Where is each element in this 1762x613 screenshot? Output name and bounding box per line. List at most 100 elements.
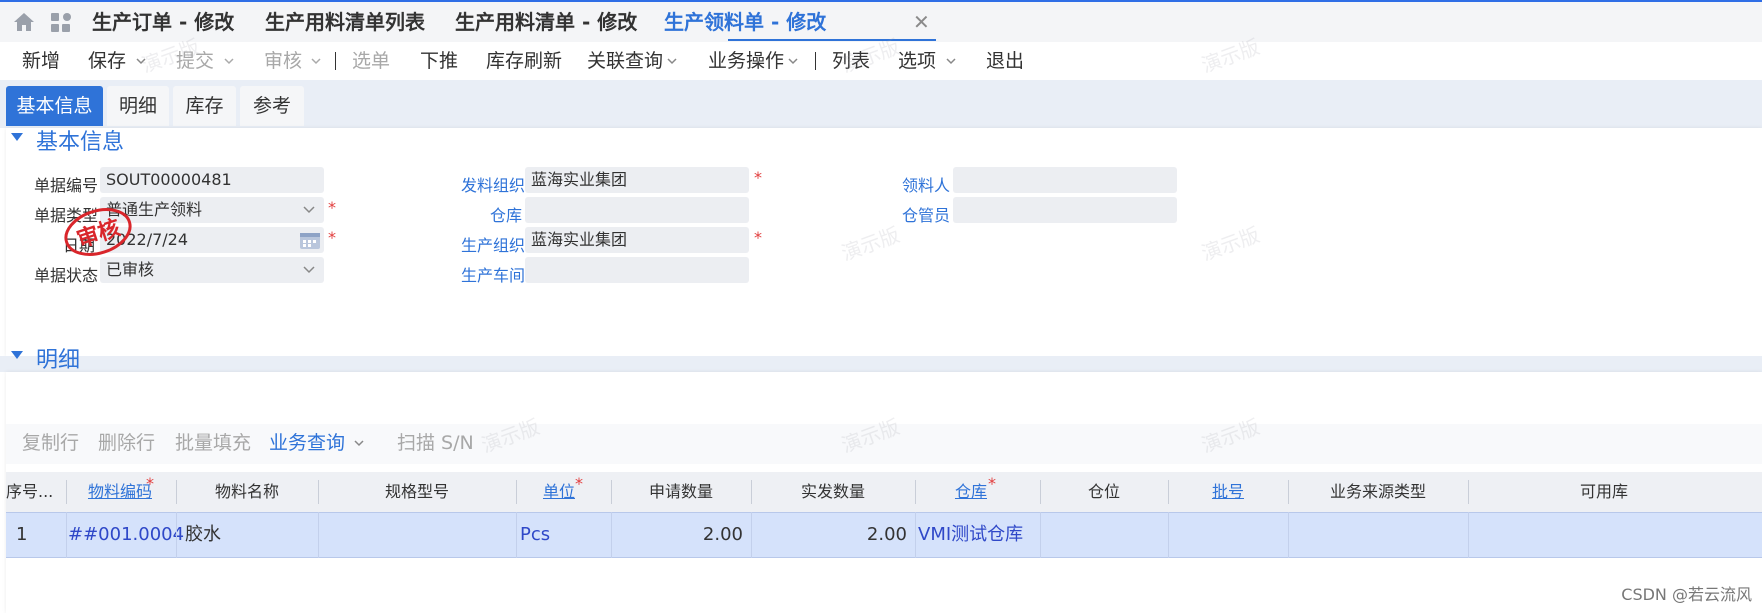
section-title-basic-info: 基本信息 — [36, 130, 125, 155]
col-unit[interactable]: 单位 — [516, 472, 602, 512]
col-material-name[interactable]: 物料名称 — [176, 472, 318, 512]
chevron-down-icon[interactable] — [224, 56, 234, 66]
col-spec[interactable]: 规格型号 — [318, 472, 516, 512]
workshop-field[interactable] — [525, 257, 749, 283]
prod-org-label[interactable]: 生产组织 — [461, 232, 525, 256]
chevron-down-icon[interactable] — [136, 56, 146, 66]
cell-separator — [66, 512, 67, 558]
col-available[interactable]: 可用库 — [1468, 472, 1628, 512]
cell-material-code[interactable]: ##001.0004 — [68, 512, 184, 558]
required-marker: * — [754, 168, 762, 187]
cell-separator — [1040, 512, 1041, 558]
prod-org-field[interactable]: 蓝海实业集团 — [525, 227, 749, 253]
doc-no-label: 单据编号 — [34, 176, 99, 195]
business-ops-button[interactable]: 业务操作 — [708, 42, 784, 80]
cell-separator — [516, 512, 517, 558]
apps-grid-icon[interactable] — [50, 12, 72, 34]
cell-warehouse[interactable]: VMI测试仓库 — [918, 512, 1023, 558]
scan-sn-button[interactable]: 扫描 S/N — [397, 424, 474, 462]
keeper-label[interactable]: 仓管员 — [902, 202, 950, 226]
required-marker: * — [575, 474, 583, 493]
page-section-tabs: 基本信息 明细 库存 参考 — [0, 80, 1762, 128]
status-label: 单据状态 — [34, 266, 99, 285]
tab-detail[interactable]: 明细 — [107, 86, 169, 126]
footer-credit: CSDN @若云流风 — [1621, 585, 1752, 604]
tab-picking-list-edit[interactable]: 生产领料单 - 修改 — [664, 2, 826, 42]
issue-org-field[interactable]: 蓝海实业集团 — [525, 167, 749, 193]
cell-separator — [176, 512, 177, 558]
tab-production-order[interactable]: 生产订单 - 修改 — [92, 2, 234, 42]
refresh-stock-button[interactable]: 库存刷新 — [486, 42, 562, 80]
chevron-down-icon[interactable] — [788, 56, 798, 66]
chevron-down-icon[interactable] — [302, 205, 316, 215]
picker-field[interactable] — [953, 167, 1177, 193]
panel-gap — [0, 356, 1762, 372]
close-tab-icon[interactable]: ✕ — [913, 2, 930, 42]
status-select[interactable]: 已审核 — [100, 257, 324, 283]
cell-applied-qty[interactable]: 2.00 — [611, 512, 743, 558]
keeper-field[interactable] — [953, 197, 1177, 223]
doc-no-field[interactable]: SOUT00000481 — [100, 167, 324, 193]
cell-separator — [318, 512, 319, 558]
section-title-detail: 明细 — [36, 348, 81, 373]
picker-label[interactable]: 领料人 — [902, 172, 950, 196]
business-query-button[interactable]: 业务查询 — [269, 424, 345, 462]
copy-row-button[interactable]: 复制行 — [22, 424, 79, 462]
active-tab-indicator — [728, 39, 936, 41]
required-marker: * — [328, 198, 336, 217]
col-location[interactable]: 仓位 — [1040, 472, 1168, 512]
issue-org-label[interactable]: 发料组织 — [461, 172, 525, 196]
col-applied-qty[interactable]: 申请数量 — [611, 472, 751, 512]
workshop-label[interactable]: 生产车间 — [461, 262, 525, 286]
collapse-triangle-icon[interactable] — [10, 350, 24, 360]
document-tab-bar: 生产订单 - 修改 生产用料清单列表 生产用料清单 - 修改 生产领料单 - 修… — [0, 2, 1762, 42]
col-source-type[interactable]: 业务来源类型 — [1288, 472, 1468, 512]
submit-button[interactable]: 提交 — [176, 42, 214, 80]
cell-separator — [1168, 512, 1169, 558]
required-marker: * — [146, 474, 154, 493]
warehouse-field[interactable] — [525, 197, 749, 223]
collapse-triangle-icon[interactable] — [10, 132, 24, 142]
delete-row-button[interactable]: 删除行 — [98, 424, 155, 462]
chevron-down-icon[interactable] — [946, 56, 956, 66]
cell-unit[interactable]: Pcs — [520, 512, 550, 558]
tab-reference[interactable]: 参考 — [240, 86, 304, 126]
calendar-icon[interactable] — [299, 230, 321, 250]
required-marker: * — [988, 474, 996, 493]
col-seq[interactable]: 序号... — [6, 472, 62, 512]
audit-button[interactable]: 审核 — [264, 42, 302, 80]
col-material-code[interactable]: 物料编码 — [66, 472, 174, 512]
tab-basic-info[interactable]: 基本信息 — [6, 86, 103, 126]
tab-bom-edit[interactable]: 生产用料清单 - 修改 — [455, 2, 637, 42]
related-query-button[interactable]: 关联查询 — [587, 42, 663, 80]
cell-separator — [1468, 512, 1469, 558]
tab-bom-list[interactable]: 生产用料清单列表 — [265, 2, 425, 42]
new-button[interactable]: 新增 — [22, 42, 60, 80]
col-warehouse[interactable]: 仓库 — [915, 472, 1027, 512]
chevron-down-icon[interactable] — [311, 56, 321, 66]
save-button[interactable]: 保存 — [88, 42, 126, 80]
list-button[interactable]: 列表 — [832, 42, 870, 80]
home-icon[interactable] — [12, 11, 36, 33]
chevron-down-icon[interactable] — [354, 438, 364, 448]
chevron-down-icon[interactable] — [302, 265, 316, 275]
chevron-down-icon[interactable] — [667, 56, 677, 66]
exit-button[interactable]: 退出 — [986, 42, 1024, 80]
col-actual-qty[interactable]: 实发数量 — [751, 472, 915, 512]
toolbar-separator — [815, 52, 816, 70]
cell-seq[interactable]: 1 — [16, 512, 27, 558]
batch-fill-button[interactable]: 批量填充 — [175, 424, 251, 462]
options-button[interactable]: 选项 — [898, 42, 936, 80]
warehouse-label[interactable]: 仓库 — [490, 202, 522, 226]
cell-material-name[interactable]: 胶水 — [185, 512, 221, 558]
main-toolbar: 新增 保存 提交 审核 选单 下推 库存刷新 关联查询 业务操作 列表 选项 退… — [0, 42, 1762, 80]
cell-actual-qty[interactable]: 2.00 — [751, 512, 907, 558]
cell-separator — [915, 512, 916, 558]
push-down-button[interactable]: 下推 — [420, 42, 458, 80]
col-batch[interactable]: 批号 — [1168, 472, 1288, 512]
tab-stock[interactable]: 库存 — [173, 86, 236, 126]
required-marker: * — [328, 228, 336, 247]
toolbar-separator — [335, 52, 336, 70]
select-doc-button[interactable]: 选单 — [352, 42, 390, 80]
audited-stamp: 审核 — [64, 208, 132, 256]
